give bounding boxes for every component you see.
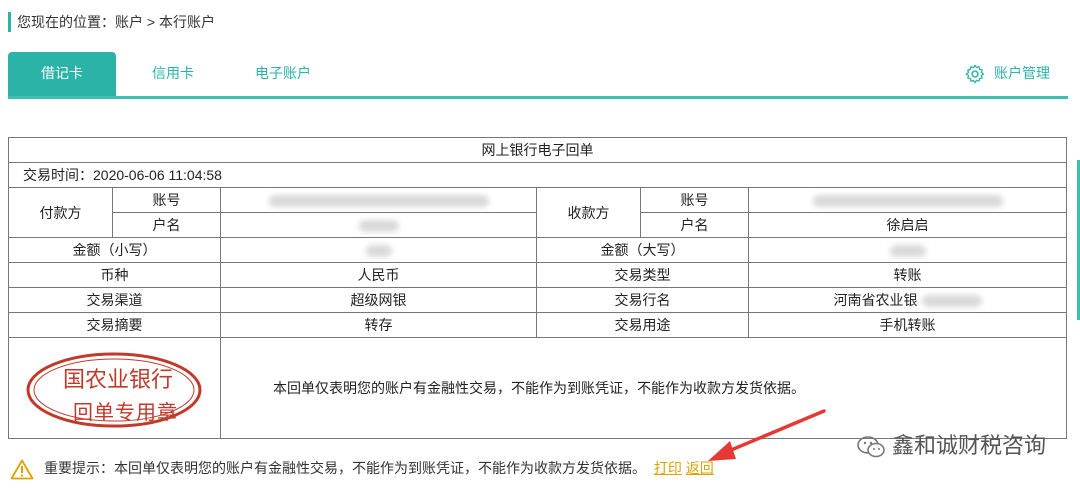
tab-bar: 借记卡 信用卡 电子账户 [8, 52, 1068, 99]
trade-time-label: 交易时间： [23, 167, 93, 183]
trade-time: 交易时间：2020-06-06 11:04:58 [7, 162, 1068, 188]
trade-type-label: 交易类型 [536, 262, 749, 288]
redacted-amount-small [365, 245, 392, 258]
payer-account-no-label: 账号 [112, 187, 221, 213]
amount-small-label: 金额（小写） [8, 237, 221, 263]
trade-time-value: 2020-06-06 11:04:58 [93, 167, 222, 183]
breadcrumb: 您现在的位置：账户 > 本行账户 [8, 12, 215, 32]
currency-value: 人民币 [220, 262, 537, 288]
tab-debit-card[interactable]: 借记卡 [8, 52, 116, 96]
currency-label: 币种 [8, 262, 221, 288]
payer-account-name-label: 户名 [112, 212, 221, 238]
tab-electronic-account[interactable]: 电子账户 [238, 52, 328, 96]
payer-account-no-value [220, 187, 537, 213]
summary-value: 转存 [220, 312, 537, 338]
redacted-payer-name [358, 220, 399, 233]
bank-name-text: 河南省农业银 [833, 292, 918, 308]
warning-icon [10, 459, 34, 480]
tip-text: 重要提示：本回单仅表明您的账户有金融性交易，不能作为到账凭证，不能作为收款方发货… [44, 460, 646, 476]
tab-credit-card[interactable]: 信用卡 [128, 52, 218, 96]
receipt-title: 网上银行电子回单 [7, 137, 1068, 163]
breadcrumb-prefix: 您现在的位置： [17, 14, 115, 30]
receipt-notice: 本回单仅表明您的账户有金融性交易，不能作为到账凭证，不能作为收款方发货依据。 [219, 337, 1068, 439]
watermark-text: 鑫和诚财税咨询 [891, 433, 1046, 458]
payee-account-name-value: 徐启启 [747, 212, 1068, 238]
purpose-value: 手机转账 [747, 312, 1068, 338]
payee-label: 收款方 [536, 187, 641, 238]
payee-account-no-value [747, 187, 1068, 213]
bank-name-label: 交易行名 [536, 287, 749, 313]
gear-icon [965, 64, 985, 84]
account-management-label: 账户管理 [994, 65, 1050, 81]
payer-label: 付款方 [8, 187, 113, 238]
channel-value: 超级网银 [220, 287, 537, 313]
wechat-icon [857, 436, 885, 458]
print-link[interactable]: 打印 [654, 460, 682, 476]
payee-account-no-label: 账号 [640, 187, 749, 213]
redacted-amount-large [889, 245, 926, 258]
payee-account-name-label: 户名 [640, 212, 749, 238]
channel-label: 交易渠道 [8, 287, 221, 313]
redacted-payee-account [812, 195, 1003, 208]
amount-small-value [220, 237, 537, 263]
bank-seal-stamp: 国农业银行 回单专用章 [23, 350, 205, 430]
payer-account-name-value [220, 212, 537, 238]
stamp-line-2: 回单专用章 [73, 400, 178, 424]
red-arrow-annotation [708, 409, 826, 461]
stamp-line-1: 国农业银行 [63, 368, 174, 393]
bank-name-value: 河南省农业银 [747, 287, 1068, 313]
trade-type-value: 转账 [747, 262, 1068, 288]
purpose-label: 交易用途 [536, 312, 749, 338]
amount-large-label: 金额（大写） [536, 237, 749, 263]
account-management-button[interactable]: 账户管理 [964, 60, 1050, 86]
back-link[interactable]: 返回 [686, 460, 714, 476]
stamp-cell: 国农业银行 回单专用章 [8, 337, 221, 439]
redacted-payer-account [268, 195, 489, 208]
receipt-table: 网上银行电子回单 交易时间：2020-06-06 11:04:58 付款方 账号… [7, 137, 1068, 439]
wechat-watermark: 鑫和诚财税咨询 [856, 428, 1046, 460]
summary-label: 交易摘要 [8, 312, 221, 338]
amount-large-value [747, 237, 1068, 263]
important-tip: 重要提示：本回单仅表明您的账户有金融性交易，不能作为到账凭证，不能作为收款方发货… [10, 456, 714, 480]
breadcrumb-path[interactable]: 账户 > 本行账户 [115, 14, 215, 30]
redacted-bank-name [921, 295, 982, 308]
